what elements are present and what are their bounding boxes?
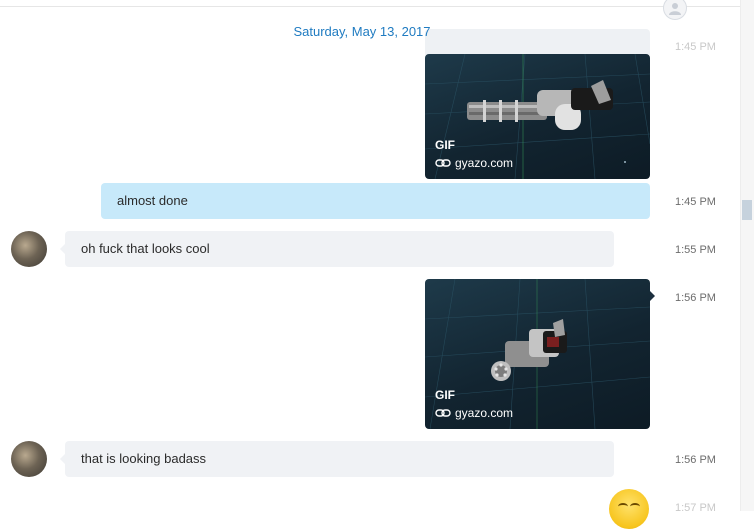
message-time: 1:55 PM bbox=[675, 244, 716, 256]
message-time: 1:45 PM bbox=[675, 196, 716, 208]
message-text: almost done bbox=[117, 193, 188, 208]
message-time: 1:56 PM bbox=[675, 292, 716, 304]
message-time: 1:56 PM bbox=[675, 454, 716, 466]
message-time-faded: 1:45 PM bbox=[675, 41, 716, 53]
message-text: oh fuck that looks cool bbox=[81, 241, 210, 256]
chat-scrollbar[interactable] bbox=[740, 0, 754, 511]
gif-message-card[interactable]: GIF gyazo.com bbox=[425, 279, 650, 429]
top-divider bbox=[0, 6, 740, 7]
minigun-model bbox=[467, 80, 613, 130]
gif-source-text: gyazo.com bbox=[455, 406, 514, 420]
message-text: that is looking badass bbox=[81, 451, 207, 466]
bubble-tail bbox=[650, 291, 655, 301]
outgoing-message-bubble[interactable]: almost done bbox=[101, 183, 650, 219]
link-icon bbox=[435, 159, 451, 167]
contact-avatar[interactable] bbox=[11, 231, 47, 267]
link-icon bbox=[435, 409, 451, 417]
smile-emoji-icon[interactable] bbox=[609, 489, 649, 529]
person-icon bbox=[669, 3, 681, 15]
gif-link[interactable]: gyazo.com bbox=[435, 406, 513, 420]
date-separator: Saturday, May 13, 2017 bbox=[293, 24, 431, 39]
incoming-message-bubble[interactable]: oh fuck that looks cool bbox=[65, 231, 614, 267]
gif-badge: GIF bbox=[435, 388, 455, 402]
emoji-eye bbox=[618, 503, 628, 510]
emoji-eye bbox=[630, 503, 640, 510]
contact-avatar-icon[interactable] bbox=[663, 0, 687, 20]
minigun-model bbox=[491, 319, 567, 381]
scrollbar-thumb[interactable] bbox=[742, 200, 752, 220]
gif-badge: GIF bbox=[435, 138, 455, 152]
gif-source-text: gyazo.com bbox=[455, 156, 514, 170]
incoming-message-bubble[interactable]: that is looking badass bbox=[65, 441, 614, 477]
gif-link[interactable]: gyazo.com bbox=[435, 156, 513, 170]
message-time-faded: 1:57 PM bbox=[675, 502, 716, 514]
contact-avatar[interactable] bbox=[11, 441, 47, 477]
gif-message-card[interactable]: GIF gyazo.com bbox=[425, 54, 650, 179]
